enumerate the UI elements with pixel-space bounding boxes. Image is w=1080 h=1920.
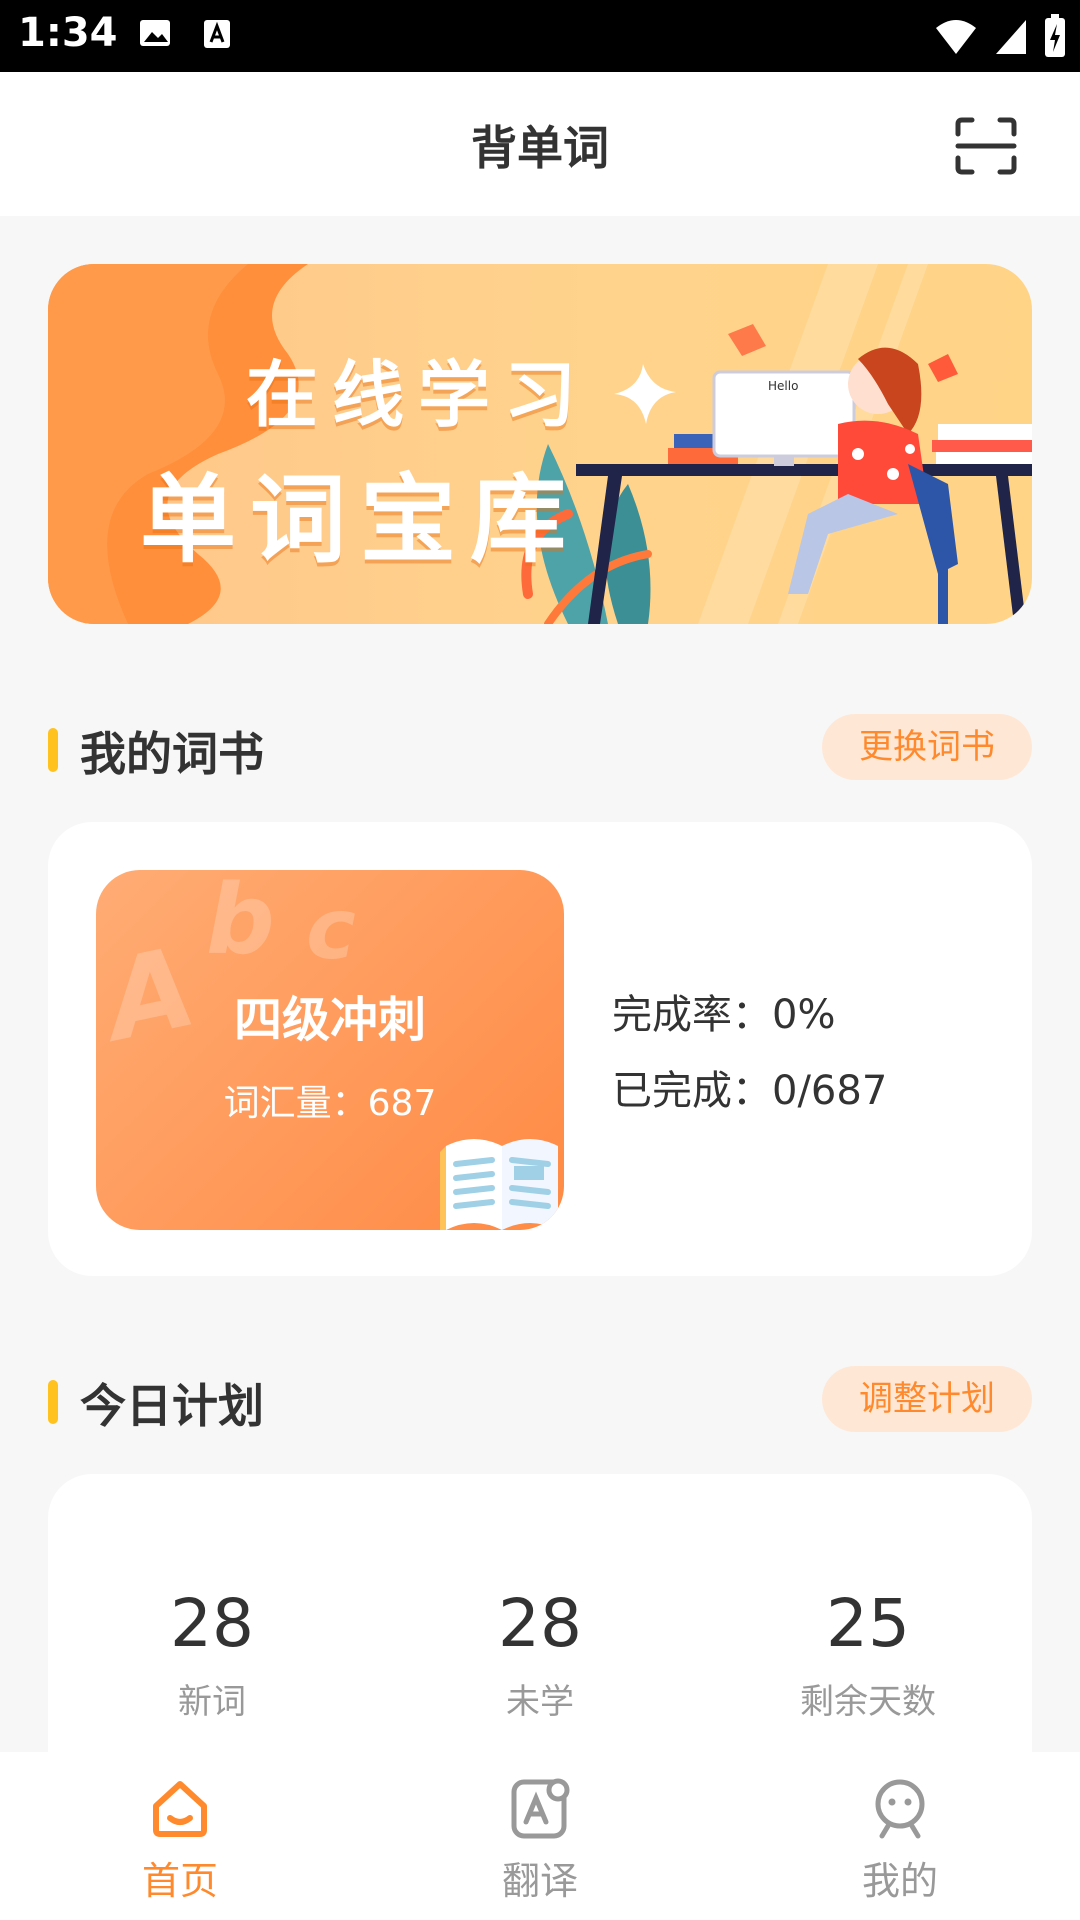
title-bar: 背单词: [0, 72, 1080, 216]
section-marker: [48, 728, 58, 772]
text-notification-icon: [204, 20, 230, 48]
plan-stat-days-left: 25 剩余天数: [704, 1584, 1032, 1723]
plan-header: 今日计划 调整计划: [48, 1366, 1032, 1433]
open-book-icon: [440, 1139, 558, 1230]
plan-stat-value: 28: [170, 1585, 254, 1662]
nav-item-home[interactable]: 首页: [0, 1776, 360, 1905]
completion-label: 完成率：: [612, 992, 772, 1038]
signal-icon: [996, 20, 1026, 54]
completion-rate: 完成率：0%: [612, 982, 835, 1040]
my-book-header: 我的词书 更换词书: [48, 714, 1032, 781]
image-notification-icon: [140, 20, 170, 46]
plan-stat-label: 未学: [506, 1682, 574, 1722]
nav-label-translate: 翻译: [501, 1859, 578, 1903]
plan-stat-label: 剩余天数: [800, 1682, 936, 1722]
scan-button[interactable]: [954, 116, 1018, 176]
plan-stat-unlearned: 28 未学: [376, 1584, 704, 1723]
change-book-button[interactable]: 更换词书: [822, 714, 1032, 780]
book-title: 四级冲刺: [233, 992, 426, 1048]
bottom-nav: 首页 翻译 我的: [0, 1752, 1080, 1920]
nav-item-profile[interactable]: 我的: [720, 1776, 1080, 1905]
status-bar: 1:34: [0, 0, 1080, 72]
completed-count: 已完成：0/687: [612, 1058, 887, 1116]
book-cover[interactable]: A b c 四级冲刺 词汇量：687: [96, 870, 564, 1230]
completion-value: 0%: [772, 992, 836, 1038]
book-vocab-count: 词汇量：687: [96, 1074, 564, 1126]
nav-label-profile: 我的: [861, 1859, 938, 1903]
page-title: 背单词: [471, 121, 609, 175]
my-book-title: 我的词书: [80, 727, 264, 781]
adjust-plan-button[interactable]: 调整计划: [822, 1366, 1032, 1432]
nav-label-home: 首页: [141, 1859, 218, 1903]
wifi-icon: [936, 20, 976, 54]
scan-icon: [955, 117, 1017, 175]
plan-stat-value: 25: [826, 1585, 910, 1662]
profile-icon: [875, 1779, 925, 1839]
status-time: 1:34: [18, 10, 118, 56]
book-decor-letter: c: [306, 880, 356, 978]
section-marker: [48, 1380, 58, 1424]
banner-line1: 在线学习: [246, 353, 591, 437]
plan-title: 今日计划: [80, 1379, 264, 1433]
nav-item-translate[interactable]: 翻译: [360, 1776, 720, 1905]
plan-stat-label: 新词: [178, 1682, 246, 1722]
home-icon: [153, 1781, 207, 1837]
vocab-label: 词汇量：: [223, 1083, 368, 1124]
banner-screen-text: Hello: [768, 379, 798, 393]
translate-icon: [511, 1778, 570, 1839]
status-notification-icons: [138, 16, 232, 50]
completed-label: 已完成：: [612, 1068, 772, 1114]
battery-icon: [1045, 14, 1065, 57]
vocab-value: 687: [367, 1083, 437, 1124]
promo-banner[interactable]: Hello 在线学习 单词宝库: [48, 264, 1032, 624]
plan-stat-new-words: 28 新词: [48, 1584, 376, 1723]
my-book-card: A b c 四级冲刺 词汇量：687 完成率：0% 已完成：0/687: [48, 822, 1032, 1276]
plan-stat-value: 28: [498, 1585, 582, 1662]
banner-line2: 单词宝库: [140, 464, 580, 576]
completed-value: 0/687: [772, 1068, 888, 1114]
book-decor-letter: b: [206, 870, 275, 976]
status-system-icons: [934, 14, 1066, 58]
